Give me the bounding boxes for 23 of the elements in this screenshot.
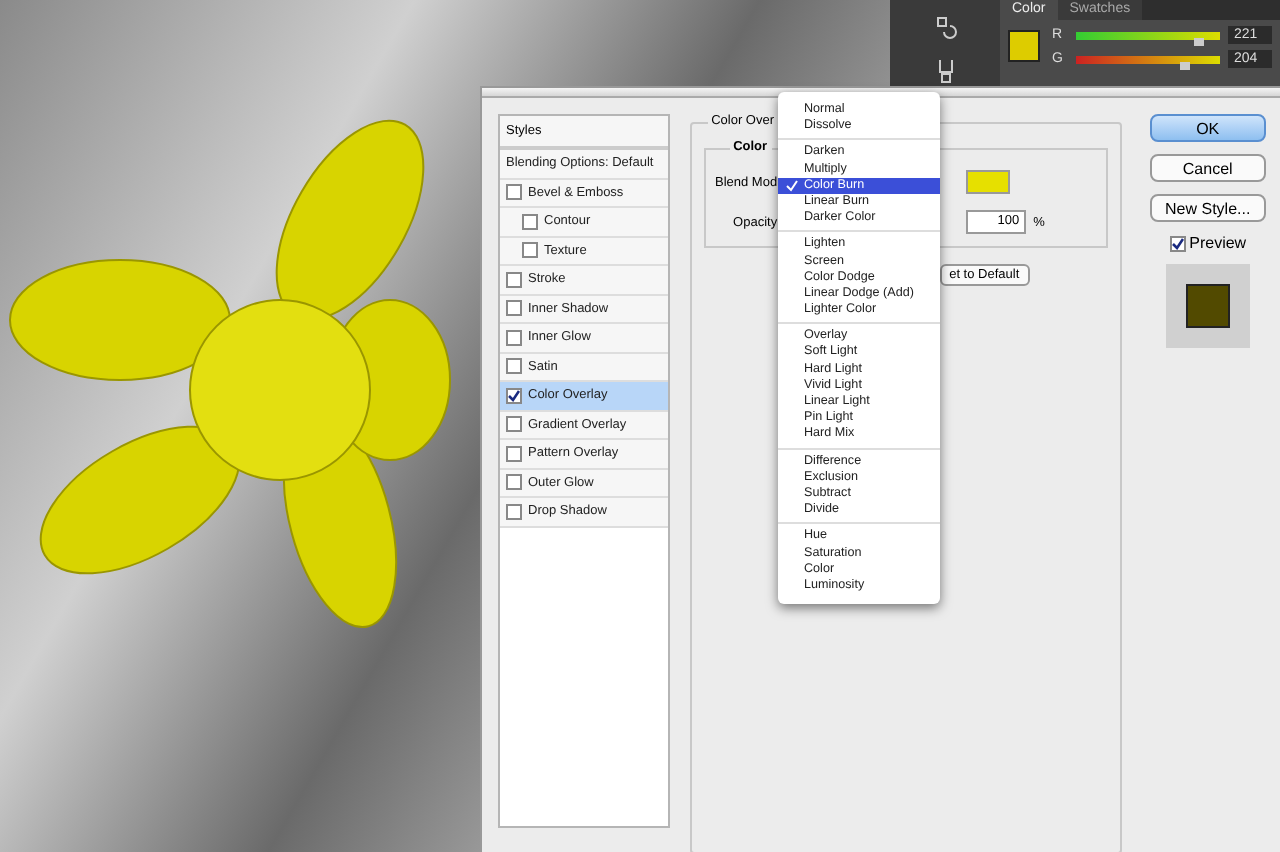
checkbox[interactable]	[506, 445, 522, 462]
dialog-button[interactable]: New Style...	[1149, 194, 1266, 222]
checkbox[interactable]	[522, 213, 538, 230]
checkbox[interactable]	[1169, 235, 1186, 251]
dialog-button[interactable]: Cancel	[1149, 154, 1266, 182]
checkbox[interactable]	[506, 474, 522, 491]
preview-checkbox[interactable]: Preview	[1169, 234, 1247, 252]
check-icon	[786, 179, 798, 192]
foreground-swatch[interactable]	[1008, 30, 1040, 62]
checkbox[interactable]	[506, 329, 522, 346]
slider-thumb[interactable]	[1194, 37, 1205, 45]
color-swatch[interactable]	[965, 170, 1010, 194]
checkbox[interactable]	[506, 387, 522, 404]
checkbox[interactable]	[506, 300, 522, 317]
slider-thumb[interactable]	[1180, 61, 1190, 69]
checkbox[interactable]	[522, 242, 538, 259]
checkbox[interactable]	[506, 271, 522, 288]
preview-swatch	[1185, 284, 1230, 328]
dialog-button[interactable]: OK	[1149, 114, 1266, 142]
checkbox[interactable]	[506, 184, 522, 201]
checkbox[interactable]	[506, 416, 522, 433]
checkbox[interactable]	[506, 358, 522, 375]
checkbox[interactable]	[506, 503, 522, 520]
